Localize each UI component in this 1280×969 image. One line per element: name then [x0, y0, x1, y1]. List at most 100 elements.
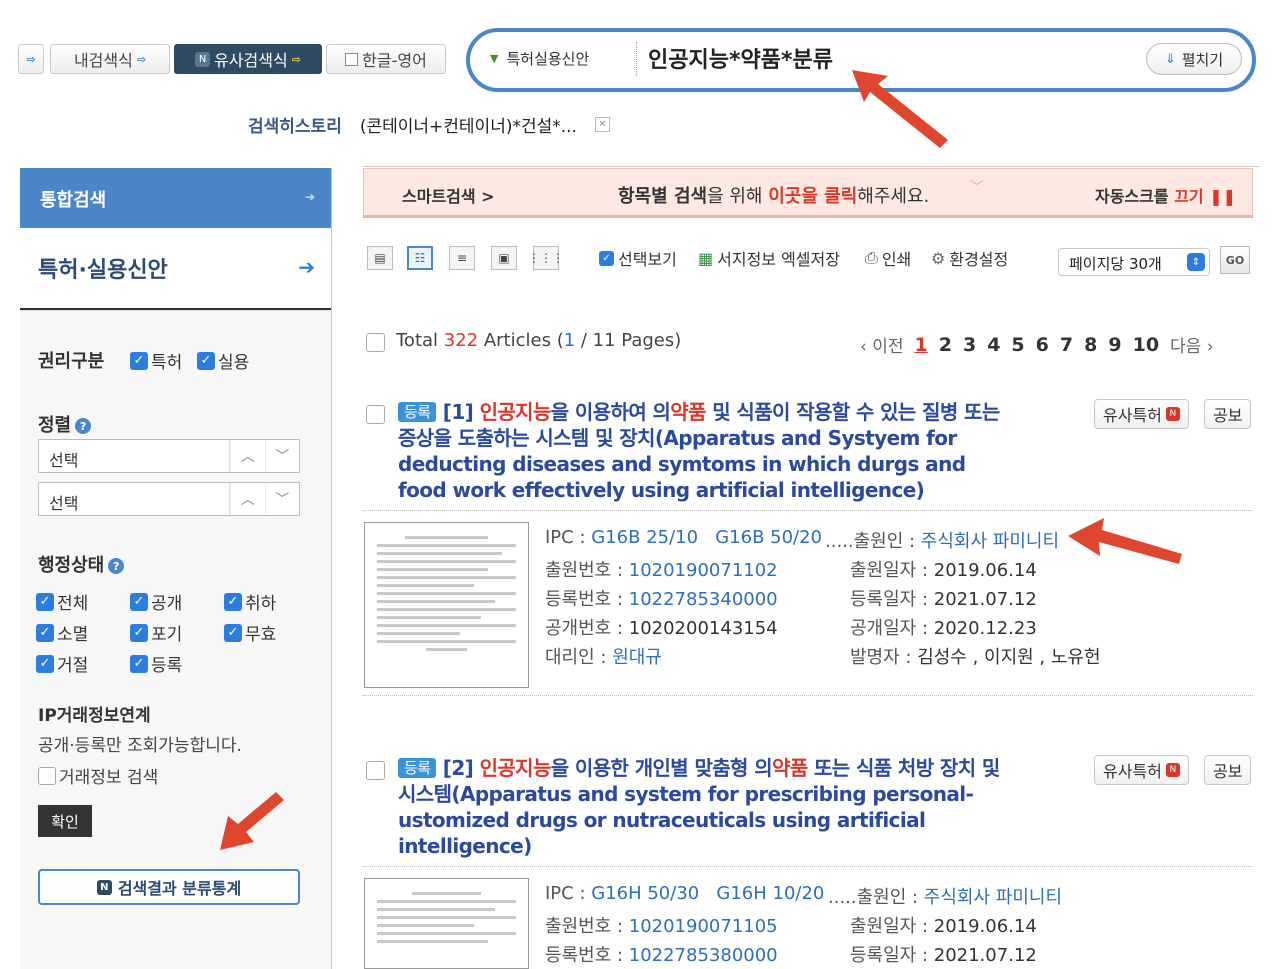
result-2-title[interactable]: 등록 [2] 인공지능을 이용한 개인별 맞춤형 의약품 또는 식품 처방 장치… — [398, 755, 1008, 859]
next-page-link[interactable]: 다음 › — [1170, 332, 1213, 357]
go-button[interactable]: GO — [1220, 246, 1250, 274]
status-rejected-checkbox[interactable]: ✓ 거절 — [36, 651, 88, 676]
status-abandoned-checkbox[interactable]: ✓ 포기 — [130, 620, 182, 645]
status-extinct-checkbox[interactable]: ✓ 소멸 — [36, 620, 88, 645]
result-2-thumbnail[interactable] — [364, 878, 529, 969]
view-detail-list-icon[interactable]: ☷ — [407, 246, 433, 270]
divider — [363, 866, 1253, 867]
result-1-thumbnail[interactable] — [364, 522, 529, 688]
gazette-button[interactable]: 공보 — [1204, 399, 1252, 429]
status-invalid-checkbox[interactable]: ✓ 무효 — [224, 620, 276, 645]
ipc-value[interactable]: G16H 50/30 G16H 10/20 — [591, 883, 824, 904]
similar-patent-button[interactable]: 유사특허 N — [1094, 755, 1189, 785]
page-link-3[interactable]: 3 — [963, 334, 976, 356]
view-image-icon[interactable]: ▣ — [491, 246, 517, 270]
auto-scroll-toggle[interactable]: 자동스크롤 끄기 ❚❚ — [1095, 183, 1236, 207]
sort-select-2[interactable]: 선택 ︿ ﹀ — [38, 482, 300, 516]
status-public-checkbox[interactable]: ✓ 공개 — [130, 589, 182, 614]
sort-asc-icon[interactable]: ︿ — [230, 440, 265, 472]
search-input[interactable]: 인공지능*약품*분류 — [648, 42, 833, 74]
select-all-checkbox[interactable] — [366, 333, 385, 352]
agent-value[interactable]: 원대규 — [612, 647, 662, 668]
status-registered-checkbox[interactable]: ✓ 등록 — [130, 651, 182, 676]
sort-desc-icon[interactable]: ﹀ — [264, 483, 300, 515]
reg-date-value: 2021.07.12 — [933, 945, 1037, 966]
similar-patent-button[interactable]: 유사특허 N — [1094, 399, 1189, 429]
page-link-2[interactable]: 2 — [939, 334, 952, 356]
view-thumb-list-icon[interactable]: ▤ — [367, 246, 393, 270]
title-highlight: 약품 — [670, 400, 706, 424]
confirm-button[interactable]: 확인 — [38, 805, 92, 837]
prev-page-link[interactable]: ‹ 이전 — [860, 332, 903, 357]
export-icon-button[interactable]: ⇨ — [18, 44, 44, 74]
my-search-button[interactable]: 내검색식 ⇨ — [50, 44, 170, 74]
app-no-value[interactable]: 1020190071102 — [629, 560, 778, 581]
han-eng-toggle[interactable]: 한글-영어 — [326, 44, 446, 74]
similar-search-button[interactable]: N 유사검색식 ⇨ — [174, 44, 322, 74]
tab-patent[interactable]: 특허·실용신안 ➔ — [20, 228, 331, 310]
print-button[interactable]: ⎙ 인쇄 — [865, 246, 911, 270]
reg-no-value[interactable]: 1022785340000 — [629, 589, 778, 610]
registration-number-field: 등록번호 : 1022785340000 — [545, 585, 778, 611]
page-link-5[interactable]: 5 — [1011, 334, 1024, 356]
app-no-value[interactable]: 1020190071105 — [629, 916, 778, 937]
page-link-7[interactable]: 7 — [1060, 334, 1073, 356]
rights-utility-checkbox[interactable]: ✓ 실용 — [197, 348, 249, 373]
status-all-checkbox[interactable]: ✓ 전체 — [36, 589, 88, 614]
result-1-checkbox[interactable] — [366, 405, 385, 424]
status-all-label: 전체 — [57, 594, 89, 614]
han-eng-checkbox[interactable] — [345, 52, 359, 66]
status-withdrawn-checkbox[interactable]: ✓ 취하 — [224, 589, 276, 614]
view-text-list-icon[interactable]: ≡ — [449, 246, 475, 270]
ip-trade-checkbox[interactable]: 거래정보 검색 — [38, 763, 158, 788]
sort-select-1[interactable]: 선택 ︿ ﹀ — [38, 439, 300, 473]
page-link-9[interactable]: 9 — [1108, 334, 1121, 356]
classification-stats-button[interactable]: N 검색결과 분류통계 — [38, 869, 300, 905]
check-icon: ✓ — [197, 351, 215, 370]
title-text: 을 이용한 개인별 맞춤형 의 — [550, 756, 773, 780]
search-history-item[interactable]: (콘테이너+컨테이너)*건설*... — [360, 112, 577, 137]
rights-patent-checkbox[interactable]: ✓ 특허 — [130, 348, 182, 373]
publication-number-field: 공개번호 : 1020200143154 — [545, 614, 778, 640]
page-link-6[interactable]: 6 — [1036, 334, 1049, 356]
search-scope-select[interactable]: ▼ 특허실용신안 — [490, 48, 589, 69]
excel-export-button[interactable]: ▦ 서지정보 엑셀저장 — [698, 246, 840, 270]
divider — [363, 166, 1260, 167]
help-icon[interactable]: ? — [108, 558, 125, 574]
status-withdrawn-label: 취하 — [245, 594, 277, 614]
ipc-value[interactable]: G16B 25/10 G16B 50/20 — [591, 527, 822, 548]
msg-click-here[interactable]: 이곳을 클릭 — [768, 186, 857, 207]
applicant-value[interactable]: 주식회사 파미니티 — [921, 531, 1059, 552]
select-view-toggle[interactable]: ✓ 선택보기 — [599, 246, 677, 270]
help-icon[interactable]: ? — [75, 418, 92, 434]
settings-button[interactable]: ⚙ 환경설정 — [931, 246, 1008, 270]
check-icon: ✓ — [130, 654, 148, 673]
rights-label: 권리구분 — [38, 351, 105, 372]
smart-search-link[interactable]: 스마트검색 > — [402, 183, 495, 207]
page-link-8[interactable]: 8 — [1084, 334, 1097, 356]
total-prefix: Total — [396, 330, 444, 351]
tab-integrated-search[interactable]: 통합검색 ➔ — [20, 168, 331, 228]
result-1-title[interactable]: 등록 [1] 인공지능을 이용하여 의약품 및 식품이 작용할 수 있는 질병 … — [398, 399, 1008, 503]
smart-search-banner[interactable]: 스마트검색 > 항목별 검색을 위해 이곳을 클릭해주세요. ﹀ 자동스크롤 끄… — [363, 168, 1253, 218]
sort-desc-icon[interactable]: ﹀ — [264, 440, 300, 472]
page-link-4[interactable]: 4 — [987, 334, 1000, 356]
export-icon: ⇨ — [136, 52, 147, 66]
applicant-value[interactable]: 주식회사 파미니티 — [924, 887, 1062, 908]
gazette-button[interactable]: 공보 — [1204, 755, 1252, 785]
close-icon[interactable]: ✕ — [594, 117, 610, 132]
page-link-1[interactable]: 1 — [914, 334, 927, 356]
reg-no-value[interactable]: 1022785380000 — [629, 945, 778, 966]
page-link-10[interactable]: 10 — [1133, 334, 1159, 356]
reg-date-value: 2021.07.12 — [933, 589, 1037, 610]
registered-badge: 등록 — [398, 402, 437, 422]
excel-label: 서지정보 엑셀저장 — [717, 250, 840, 269]
result-2-checkbox[interactable] — [366, 761, 385, 780]
sort-asc-icon[interactable]: ︿ — [230, 483, 265, 515]
similar-patent-label: 유사특허 — [1103, 762, 1162, 781]
expand-button[interactable]: ⇓ 펼치기 — [1146, 43, 1242, 75]
ipc-key: IPC : — [545, 527, 592, 548]
view-grid-icon[interactable]: ⋮⋮⋮ — [528, 246, 564, 270]
per-page-select[interactable]: 페이지당 30개 ⇕ — [1058, 248, 1210, 276]
reg-no-key: 등록번호 : — [545, 589, 629, 610]
